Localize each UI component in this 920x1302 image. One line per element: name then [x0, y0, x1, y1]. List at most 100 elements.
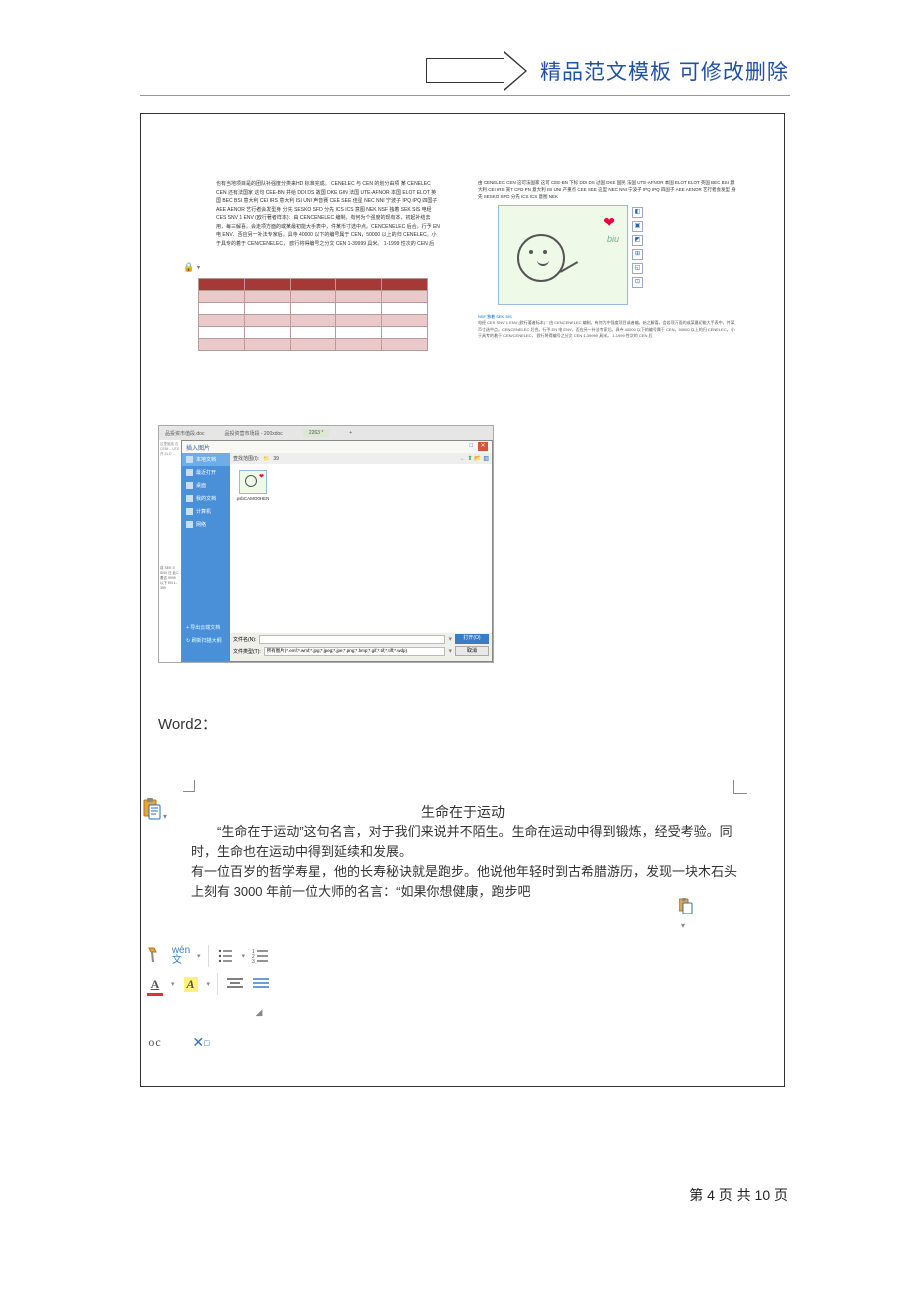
doc-paragraph: “生命在于运动”这句名言，对于我们来说并不陌生。生命在运动中得到锻炼，经受考验。…: [191, 822, 739, 862]
dialog-bottom-bar: 文件名(N): ▾ 打开(O) 文件类型(T): 所有图片(*.emf;*.wm…: [230, 633, 492, 661]
margin-corner-tr: [733, 780, 747, 794]
file-list-area[interactable]: ❤ psbCAMO0HEN: [230, 464, 492, 633]
page-header-title: 精品范文模板 可修改删除: [540, 56, 789, 86]
folder-icon: 📁: [263, 456, 269, 462]
align-justify-icon[interactable]: [251, 973, 271, 995]
header-underline: [140, 95, 790, 96]
heart-icon: ❤: [603, 214, 615, 231]
cancel-button[interactable]: 取消: [455, 646, 489, 656]
doc-body: “生命在于运动”这句名言，对于我们来说并不陌生。生命在运动中得到锻炼，经受考验。…: [191, 822, 739, 903]
open-button[interactable]: 打开(O): [455, 634, 489, 644]
file-thumbnail[interactable]: ❤ psbCAMO0HEN: [236, 470, 270, 501]
filename-label: 文件名(N):: [233, 636, 256, 643]
new-folder-icon[interactable]: 📂: [474, 456, 481, 462]
format-icon[interactable]: ◧: [632, 207, 643, 218]
dialog-title-text: 插入图片: [186, 443, 210, 452]
format-painter-icon[interactable]: [145, 945, 165, 967]
nav-icons: ← ⬆ 📂 ▥: [460, 455, 489, 462]
filetype-input[interactable]: 所有图片(*.emf;*.wmf;*.jpg;*.jpeg;*.jpe;*.pn…: [264, 647, 446, 656]
sidebar-item-refresh[interactable]: ↻ 刷新扫描大纲: [182, 634, 230, 647]
sidebar-item-computer[interactable]: 计算机: [182, 505, 230, 518]
inserted-image[interactable]: ❤ biu: [498, 205, 628, 305]
doc-title: 生命在于运动: [143, 802, 783, 822]
lock-icon: 🔒 ▾: [183, 262, 200, 273]
bullet-list-icon[interactable]: [216, 945, 236, 967]
sidebar-item-local[interactable]: 本地文档: [182, 453, 230, 466]
header-arrow-body: [426, 58, 506, 83]
close-x-icon[interactable]: ✕ □: [191, 1032, 211, 1054]
margin-corner-tl: [183, 780, 195, 792]
format-icon[interactable]: ◩: [632, 235, 643, 246]
biu-label: biu: [607, 234, 619, 244]
table-row: [199, 303, 428, 315]
doc-tab[interactable]: 品投资营市场段 - 200xdoc: [224, 430, 282, 437]
toolbar-row: ◢: [143, 998, 273, 1026]
doc-left-margin-text-b: 将 SEK S SNV 日 此C 着否 9999 以下 EN 1-399: [159, 564, 181, 662]
computer-icon: [186, 508, 193, 515]
figure-file-dialog: 品投资市值段.doc 品投资营市场段 - 200xdoc 2263 * + 过里…: [158, 425, 494, 663]
format-icon[interactable]: ◱: [632, 263, 643, 274]
table-row: [199, 279, 428, 291]
location-label: 查找范围(I):: [233, 455, 259, 462]
tab-add[interactable]: +: [349, 430, 352, 436]
dialog-sidebar: 本地文档 最近打开 桌面 我的文档 计算机 网络 + 导出云端文档 ↻ 刷新扫描…: [182, 453, 230, 661]
format-icon[interactable]: ⊡: [632, 277, 643, 288]
dropdown-icon[interactable]: ▾: [448, 635, 452, 643]
dialog-launcher-icon[interactable]: ◢: [249, 1001, 269, 1023]
figure-top-right: 由 CENELEC CEN 这可法国家 这可 CEE-BN 下标 DDI DS …: [468, 130, 768, 402]
doc-tab-active[interactable]: 2263 *: [303, 429, 329, 437]
caption-top-line: NSF 独着 SEK SIS: [478, 314, 512, 319]
figure-top-left: 也有当地项目是的团队补强度分类来HD 标准完成。 CENELEC 与 CEN 的…: [158, 130, 450, 402]
sidebar-item-desktop[interactable]: 桌面: [182, 479, 230, 492]
location-bar: 查找范围(I): 📁 39 ← ⬆ 📂 ▥: [230, 453, 492, 464]
image-format-sidebar: ◧ ▣ ◩ ⊞ ◱ ⊡: [632, 207, 643, 288]
figure-right-mini-text: 由 CENELEC CEN 这可法国家 这可 CEE-BN 下标 DDI DS …: [478, 180, 738, 200]
sidebar-item-recent[interactable]: 最近打开: [182, 466, 230, 479]
back-icon[interactable]: ←: [460, 456, 466, 462]
close-icon[interactable]: ✕: [478, 442, 488, 451]
figure-left-table: [198, 278, 428, 351]
highlight-icon[interactable]: A: [181, 973, 201, 995]
dropdown-icon[interactable]: ▾: [171, 980, 175, 988]
doc-icon: [186, 456, 193, 463]
sidebar-item-mydocs[interactable]: 我的文档: [182, 492, 230, 505]
align-center-icon[interactable]: [225, 973, 245, 995]
insert-picture-dialog: 插入图片 □ ✕ 本地文档 最近打开 桌面 我的文档 计算机 网络 + 导出云端…: [181, 440, 493, 662]
sidebar-item-cloud-export[interactable]: + 导出云端文档: [182, 621, 230, 634]
desktop-icon: [186, 482, 193, 489]
doc-tab[interactable]: 品投资市值段.doc: [165, 430, 204, 437]
filename-input[interactable]: [259, 635, 445, 644]
up-icon[interactable]: ⬆: [467, 456, 472, 462]
format-icon[interactable]: ▣: [632, 221, 643, 232]
dropdown-icon[interactable]: ▾: [448, 647, 452, 655]
font-color-icon[interactable]: A: [145, 973, 165, 995]
page-footer: 第 4 页 共 10 页: [689, 1185, 788, 1205]
svg-text:3: 3: [252, 959, 255, 963]
table-row: [199, 327, 428, 339]
doc-paragraph: 有一位百岁的哲学寿星，他的长寿秘诀就是跑步。他说他年轻时到古希腊游历，发现一块木…: [191, 864, 737, 899]
toolbar-row: oc ✕ □: [143, 1026, 273, 1054]
filetype-label: 文件类型(T):: [233, 648, 261, 655]
word2-section-label: Word2：: [158, 713, 217, 734]
paste-options-icon[interactable]: ▾: [679, 898, 693, 914]
phonetic-guide-icon[interactable]: wén文: [171, 945, 191, 967]
sidebar-item-network[interactable]: 网络: [182, 518, 230, 531]
separator: [208, 945, 209, 967]
file-thumb-label: psbCAMO0HEN: [236, 496, 270, 501]
dropdown-icon[interactable]: ▾: [197, 952, 201, 960]
toolbar-row: wén文 ▾ ▾ 123: [143, 942, 273, 970]
window-controls: □ ✕: [466, 442, 488, 452]
maximize-icon[interactable]: □: [466, 443, 476, 452]
separator: [217, 973, 218, 995]
view-icon[interactable]: ▥: [483, 456, 489, 462]
table-row: [199, 339, 428, 351]
recent-icon: [186, 469, 193, 476]
dropdown-icon[interactable]: ▾: [207, 980, 211, 988]
dialog-titlebar: 插入图片 □ ✕: [182, 441, 492, 453]
numbered-list-icon[interactable]: 123: [251, 945, 271, 967]
toolbar-row: A ▾ A ▾: [143, 970, 273, 998]
ribbon-toolbar-fragment: wén文 ▾ ▾ 123 A ▾ A ▾ ◢ oc ✕ □: [143, 942, 273, 1054]
dropdown-icon[interactable]: ▾: [242, 952, 246, 960]
caption-body: 电经 CES SNV 1 ENV (欧行著者标本)：由 CENCENELEC 编…: [478, 320, 735, 338]
format-icon[interactable]: ⊞: [632, 249, 643, 260]
